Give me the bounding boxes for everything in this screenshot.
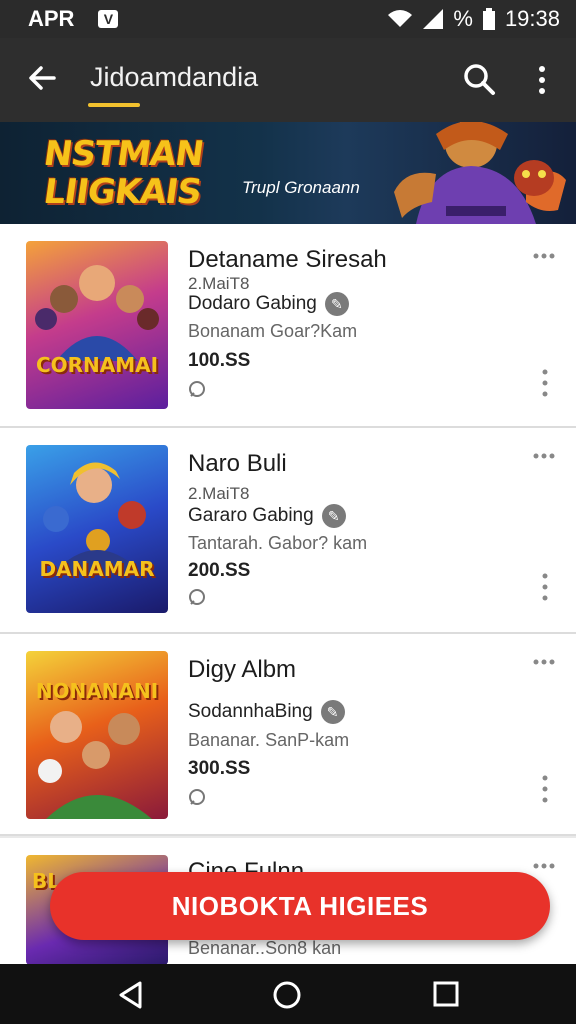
item-subline: Tantarah. Gabor? kam <box>188 533 368 553</box>
list-item[interactable]: DANAMAR Naro Buli 2.MaiT8 Gararo Gabing … <box>0 428 576 634</box>
app-notification-icon: V <box>98 10 119 28</box>
verified-badge-icon: ✎ <box>324 292 349 316</box>
item-price: 300.SS <box>188 758 251 779</box>
list-item[interactable]: NONANANI Digy Albm SodannhaBing ✎ Banana… <box>0 634 576 836</box>
thumbnail-title: CORNAMAI <box>35 353 159 377</box>
more-horiz-icon[interactable] <box>533 252 555 260</box>
back-arrow-icon[interactable] <box>24 60 60 96</box>
more-vert-icon[interactable] <box>532 64 552 96</box>
primary-action-button[interactable]: NIOBOKTA HIGIEES <box>50 872 550 940</box>
system-navigation-bar <box>0 964 576 1024</box>
banner-title-line2: LIIGKAIS <box>41 172 204 212</box>
wifi-icon <box>388 10 413 27</box>
comment-icon[interactable] <box>188 380 206 398</box>
thumbnail-art <box>43 462 146 575</box>
more-horiz-icon[interactable] <box>533 862 555 870</box>
item-price: 200.SS <box>188 560 251 581</box>
more-horiz-icon[interactable] <box>533 452 555 460</box>
carrier-label: APR <box>28 6 75 31</box>
search-icon[interactable] <box>462 62 496 96</box>
studio-name: Gararo Gabing <box>188 505 314 526</box>
thumbnail-art <box>35 265 159 361</box>
item-meta: 2.MaiT8 <box>188 484 250 503</box>
list-item[interactable]: CORNAMAI Detaname Siresah 2.MaiT8 Dodaro… <box>0 224 576 428</box>
studio-name: SodannhaBing <box>188 701 313 722</box>
verified-badge-icon: ✎ <box>320 700 345 724</box>
nav-back-icon[interactable] <box>116 980 146 1010</box>
game-thumbnail[interactable]: DANAMAR <box>26 445 168 613</box>
signal-icon <box>423 9 444 29</box>
game-thumbnail[interactable]: CORNAMAI <box>26 241 168 409</box>
banner-subtitle: Trupl Gronaann <box>242 178 360 197</box>
item-price: 100.SS <box>188 350 251 371</box>
app-bar: Jidoamdandia <box>0 38 576 122</box>
thumbnail-title: NONANANI <box>35 679 159 703</box>
app-badge-letter: V <box>103 11 114 27</box>
comment-icon[interactable] <box>188 588 206 606</box>
studio-row: Gararo Gabing ✎ <box>188 504 346 528</box>
more-vert-icon[interactable] <box>541 368 549 398</box>
page-title: Jidoamdandia <box>90 62 259 92</box>
promo-banner[interactable]: NSTMAN LIIGKAIS Trupl Gronaann <box>0 122 576 224</box>
status-bar: APR V % 19:38 <box>0 0 576 38</box>
banner-title-line1: NSTMAN <box>41 134 206 174</box>
item-subline: Bananar. SanP-kam <box>188 730 350 750</box>
studio-name: Dodaro Gabing <box>188 293 317 314</box>
more-vert-icon[interactable] <box>541 572 549 602</box>
thumbnail-title: DANAMAR <box>39 557 155 581</box>
item-subline: Bonanam Goar?Kam <box>188 321 358 341</box>
hero-character-image <box>394 122 566 224</box>
item-title[interactable]: Detaname Siresah <box>188 246 387 274</box>
item-title[interactable]: Naro Buli <box>188 450 287 478</box>
nav-home-icon[interactable] <box>272 980 302 1010</box>
clock: 19:38 <box>504 6 560 31</box>
item-subline: Benanar..Son8 kan <box>188 938 342 958</box>
battery-icon <box>482 8 495 30</box>
comment-icon[interactable] <box>188 788 206 806</box>
nav-recents-icon[interactable] <box>432 980 460 1008</box>
more-vert-icon[interactable] <box>541 774 549 804</box>
studio-row: SodannhaBing ✎ <box>188 700 345 724</box>
item-meta: 2.MaiT8 <box>188 274 250 293</box>
battery-percent: % <box>453 6 473 31</box>
title-underline <box>88 103 140 107</box>
verified-badge-icon: ✎ <box>321 504 346 528</box>
thumbnail-art <box>38 711 152 819</box>
more-horiz-icon[interactable] <box>533 658 555 666</box>
item-title[interactable]: Digy Albm <box>188 656 296 684</box>
game-thumbnail[interactable]: NONANANI <box>26 651 168 819</box>
studio-row: Dodaro Gabing ✎ <box>188 292 349 316</box>
